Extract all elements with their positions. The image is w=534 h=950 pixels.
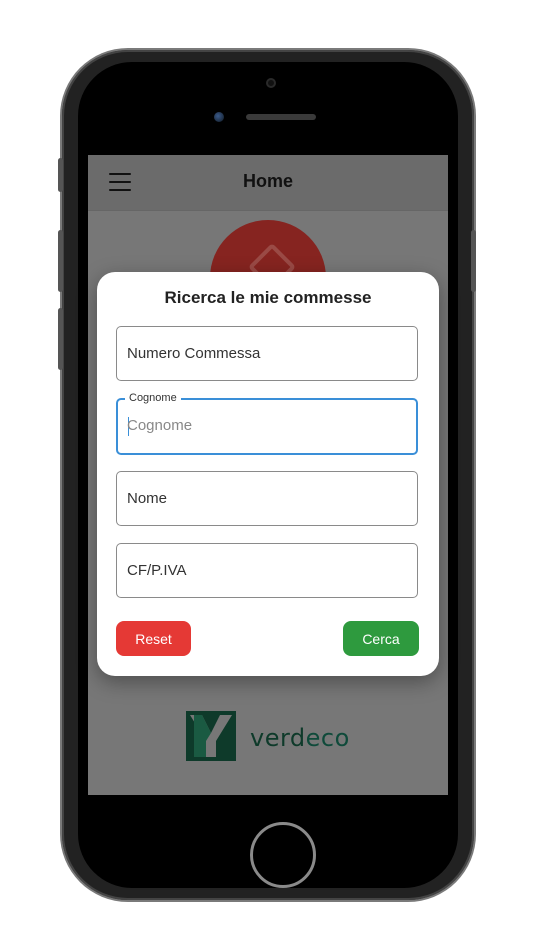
app-bar: Home — [88, 155, 448, 211]
dialog-title: Ricerca le mie commesse — [164, 288, 372, 307]
mute-switch[interactable] — [58, 158, 63, 192]
sensor-icon — [266, 78, 276, 88]
cognome-input[interactable] — [127, 399, 407, 452]
verdeco-logo-text: verdeco — [250, 724, 350, 752]
search-button[interactable]: Cerca — [343, 621, 419, 656]
reset-button[interactable]: Reset — [116, 621, 191, 656]
volume-up-button[interactable] — [58, 230, 63, 292]
power-button[interactable] — [471, 230, 476, 292]
cognome-field[interactable]: Cognome — [116, 392, 418, 455]
numero-commessa-field[interactable] — [116, 326, 418, 381]
nome-field[interactable] — [116, 471, 418, 526]
cf-piva-input[interactable] — [127, 544, 407, 597]
volume-down-button[interactable] — [58, 308, 63, 370]
cf-piva-field[interactable] — [116, 543, 418, 598]
earpiece-speaker — [246, 114, 316, 120]
front-camera-icon — [214, 112, 224, 122]
home-button[interactable] — [250, 822, 316, 888]
verdeco-mark-icon — [186, 711, 236, 761]
numero-commessa-input[interactable] — [127, 327, 407, 380]
verdeco-logo: verdeco — [186, 711, 356, 763]
nome-input[interactable] — [127, 472, 407, 525]
search-dialog: Ricerca le mie commesse Cognome Reset Ce… — [97, 272, 439, 676]
page-title: Home — [242, 171, 293, 191]
